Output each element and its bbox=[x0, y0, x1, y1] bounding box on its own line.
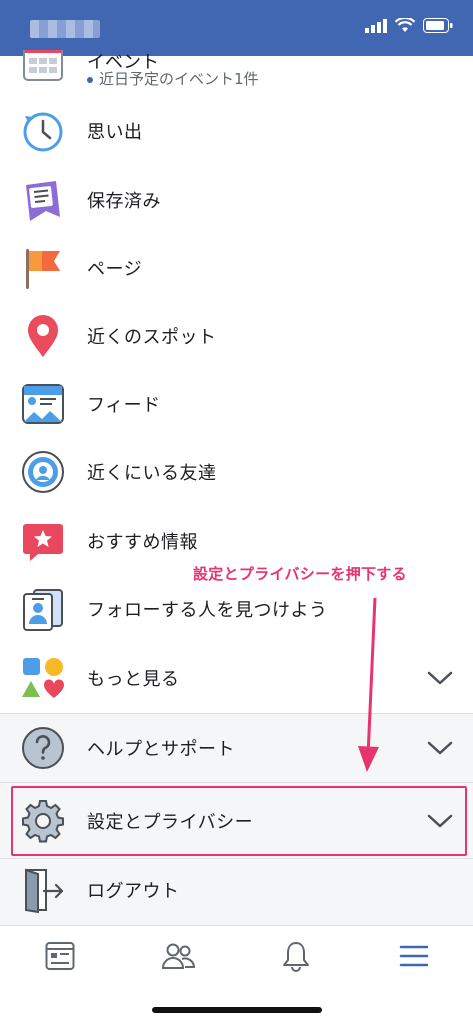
friends-tab-icon bbox=[161, 943, 195, 969]
map-pin-icon bbox=[28, 315, 58, 357]
new-dot bbox=[87, 76, 93, 83]
id-card-icon bbox=[23, 589, 63, 631]
annotation-arrow-icon bbox=[358, 597, 379, 772]
logout-label: ログアウト bbox=[87, 881, 180, 902]
menu-item-label: フォローする人を見つけよう bbox=[87, 600, 328, 621]
tab-menu[interactable] bbox=[394, 936, 434, 976]
menu-item-saved[interactable]: 保存済み bbox=[0, 166, 473, 234]
menu-item-label: もっと見る bbox=[87, 669, 180, 690]
battery-icon bbox=[423, 18, 453, 33]
shapes-icon bbox=[22, 658, 65, 698]
menu-item-label: ページ bbox=[87, 259, 143, 280]
annotation-text: 設定とプライバシーを押下する bbox=[193, 565, 407, 583]
menu-item-nearby-friends[interactable]: 近くにいる友達 bbox=[0, 438, 473, 506]
menu-item-label: 近くのスポット bbox=[87, 327, 217, 348]
menu-item-label: おすすめ情報 bbox=[87, 532, 198, 553]
nearby-friends-icon bbox=[22, 451, 64, 493]
menu-item-events[interactable]: イベント 近日予定のイベント1件 bbox=[0, 50, 473, 96]
tab-news-feed[interactable] bbox=[40, 936, 80, 976]
bookmark-saved-icon bbox=[26, 181, 60, 221]
menu-item-label: 保存済み bbox=[87, 191, 161, 212]
highlight-box bbox=[11, 786, 467, 856]
home-indicator[interactable] bbox=[152, 1007, 322, 1013]
status-icons bbox=[365, 18, 453, 33]
feed-icon bbox=[22, 384, 64, 424]
menu-item-label: フィード bbox=[87, 395, 161, 416]
section-help-support[interactable]: ヘルプとサポート bbox=[0, 714, 473, 782]
calendar-icon bbox=[23, 50, 63, 81]
notifications-tab-icon bbox=[283, 942, 309, 972]
menu-item-logout[interactable]: ログアウト bbox=[0, 856, 473, 924]
menu-item-pages[interactable]: ページ bbox=[0, 234, 473, 302]
flag-pages-icon bbox=[26, 249, 60, 289]
menu-item-label: 思い出 bbox=[87, 122, 143, 143]
blurred-carrier-text bbox=[30, 20, 100, 38]
divider bbox=[0, 782, 473, 783]
events-subtitle: 近日予定のイベント1件 bbox=[87, 68, 259, 89]
chevron-down-icon bbox=[427, 671, 453, 685]
menu-item-memories[interactable]: 思い出 bbox=[0, 97, 473, 165]
section-label: ヘルプとサポート bbox=[87, 739, 235, 760]
menu-tab-icon bbox=[399, 945, 429, 967]
clock-memories-icon bbox=[23, 112, 63, 152]
star-bubble-icon bbox=[23, 524, 63, 561]
signal-icon bbox=[365, 18, 387, 33]
events-subtitle-text: 近日予定のイベント1件 bbox=[99, 70, 259, 88]
menu-item-see-more[interactable]: もっと見る bbox=[0, 644, 473, 712]
status-bar bbox=[0, 0, 473, 56]
news-feed-tab-icon bbox=[45, 942, 75, 970]
menu-item-feeds[interactable]: フィード bbox=[0, 370, 473, 438]
tab-notifications[interactable] bbox=[276, 936, 316, 976]
logout-door-icon bbox=[25, 868, 64, 913]
question-icon bbox=[22, 727, 64, 769]
menu-item-find-friends[interactable]: フォローする人を見つけよう bbox=[0, 575, 473, 643]
menu-item-label: 近くにいる友達 bbox=[87, 463, 217, 484]
wifi-icon bbox=[395, 18, 415, 32]
tab-friends[interactable] bbox=[158, 936, 198, 976]
chevron-down-icon bbox=[427, 741, 453, 755]
menu-item-nearby-places[interactable]: 近くのスポット bbox=[0, 302, 473, 370]
